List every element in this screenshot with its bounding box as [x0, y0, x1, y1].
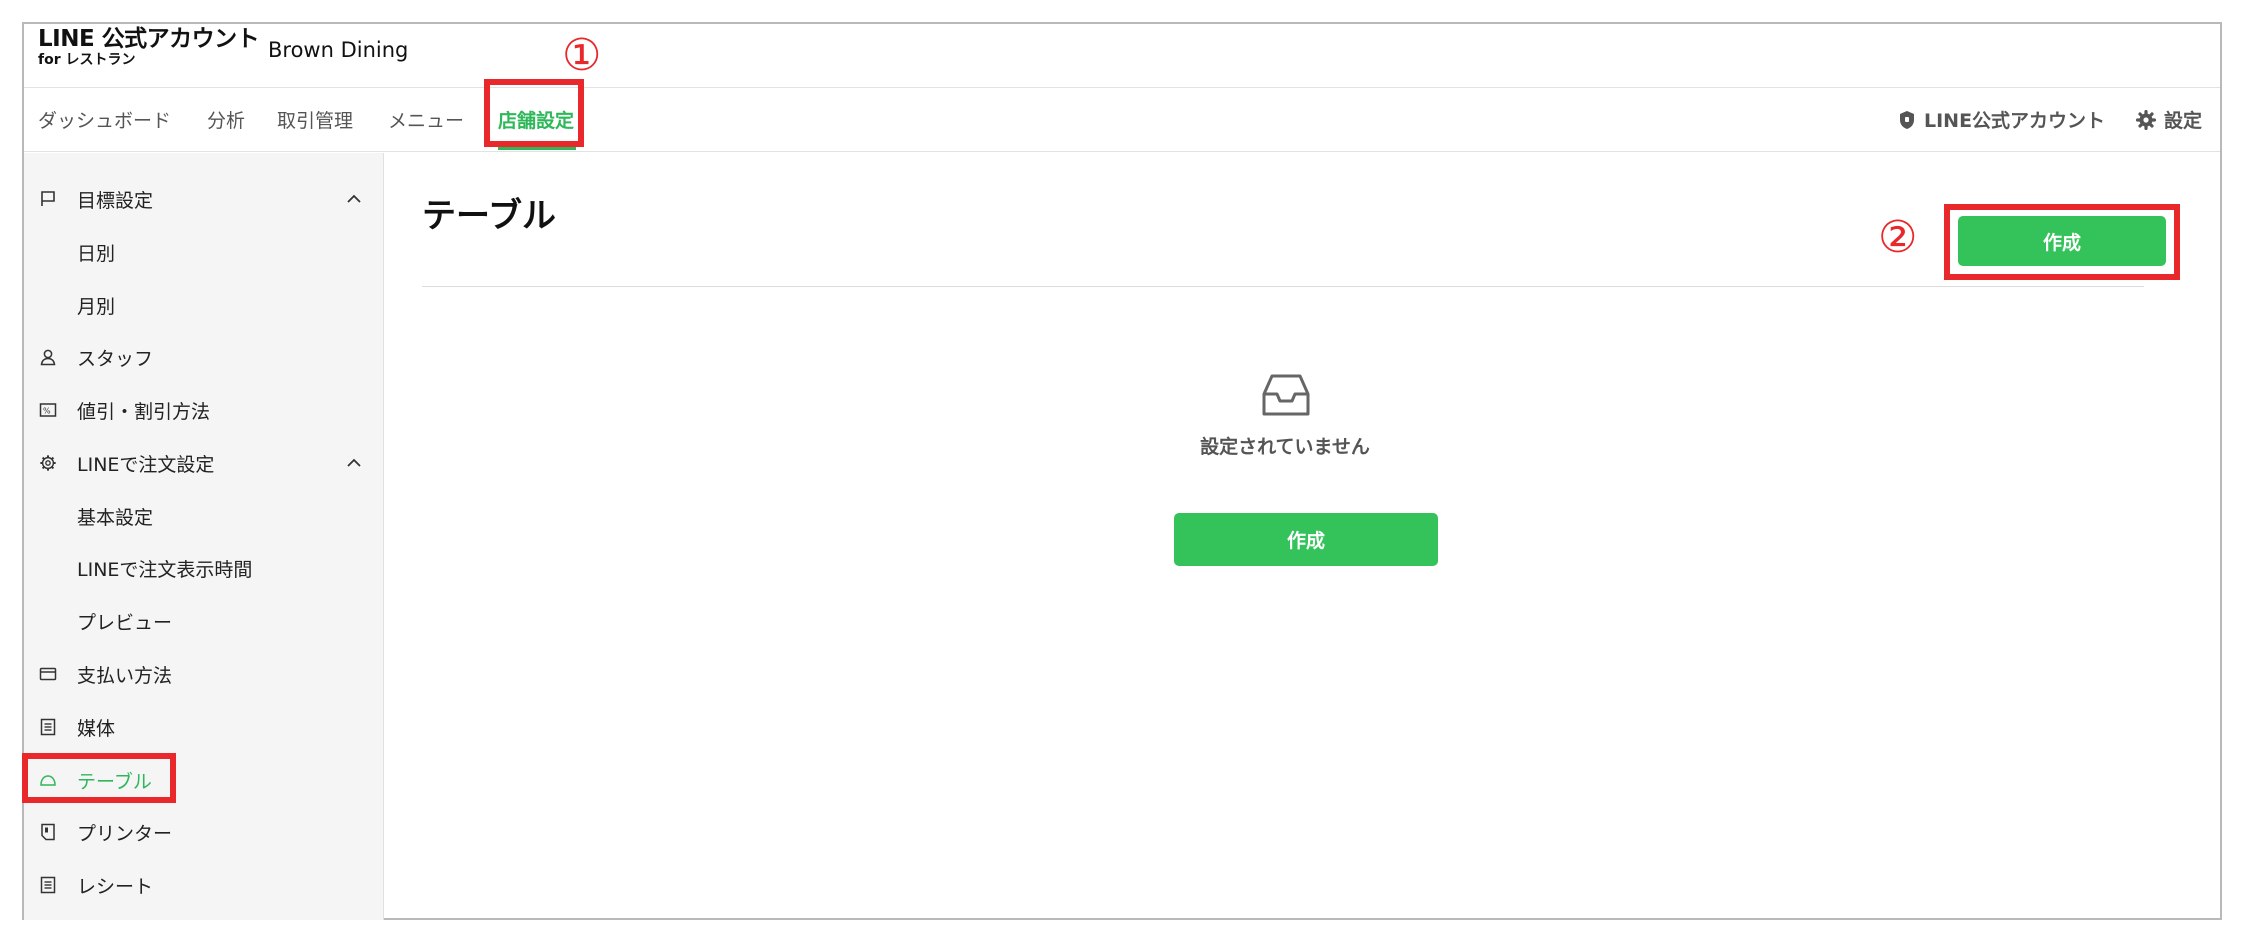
shop-name: Brown Dining [268, 38, 409, 62]
discount-icon: % [38, 400, 58, 420]
sidebar-item-label: LINEで注文表示時間 [77, 558, 253, 581]
logo-subtitle: for レストラン [38, 52, 136, 68]
sidebar-item-label: 支払い方法 [77, 664, 173, 687]
sidebar-item-label: レシート [77, 875, 154, 898]
empty-state-text: 設定されていません [1200, 436, 1370, 458]
flag-icon [38, 189, 58, 209]
annotation-box-store-settings [484, 79, 584, 147]
annotation-step-1: ① [562, 30, 602, 81]
line-account-link[interactable]: LINE公式アカウント [1898, 106, 2105, 133]
annotation-box-table [22, 753, 176, 803]
sidebar-item-order-display-time[interactable]: LINEで注文表示時間 [24, 548, 384, 588]
person-icon [38, 347, 58, 367]
printer-icon [38, 822, 58, 842]
logo-title: LINE 公式アカウント [38, 26, 260, 52]
nav-transactions[interactable]: 取引管理 [277, 106, 353, 133]
sidebar-item-label: プリンター [77, 822, 173, 845]
svg-text:%: % [43, 407, 51, 416]
sidebar-item-label: 日別 [77, 242, 116, 265]
sidebar-item-label: LINEで注文設定 [77, 453, 215, 476]
sidebar-item-basic-settings[interactable]: 基本設定 [24, 496, 384, 536]
main-nav: ダッシュボード 分析 取引管理 メニュー 店舗設定 LINE公式アカウント 設定 [24, 88, 2220, 152]
app-window: LINE 公式アカウント for レストラン Brown Dining ダッシュ… [22, 22, 2222, 920]
sidebar-item-label: 基本設定 [77, 506, 154, 529]
app-logo: LINE 公式アカウント for レストラン [38, 26, 260, 68]
sidebar-item-monthly[interactable]: 月別 [24, 285, 384, 325]
nav-dashboard[interactable]: ダッシュボード [38, 106, 171, 133]
sidebar-item-printer[interactable]: プリンター [24, 812, 384, 852]
sidebar-item-payment-methods[interactable]: 支払い方法 [24, 654, 384, 694]
annotation-step-2: ② [1878, 212, 1918, 263]
title-divider [422, 286, 2144, 287]
sidebar-item-preview[interactable]: プレビュー [24, 601, 384, 641]
nav-analytics[interactable]: 分析 [207, 106, 245, 133]
annotation-box-create-button [1944, 204, 2180, 280]
sidebar-item-staff[interactable]: スタッフ [24, 337, 384, 377]
sidebar-item-receipt[interactable]: レシート [24, 865, 384, 905]
card-icon [38, 664, 58, 684]
list-icon [38, 717, 58, 737]
gear-icon [38, 453, 58, 473]
chevron-up-icon[interactable] [344, 189, 364, 209]
sidebar-item-label: 媒体 [77, 717, 116, 740]
sidebar-item-label: スタッフ [77, 347, 154, 370]
top-bar: LINE 公式アカウント for レストラン Brown Dining [24, 24, 2220, 88]
line-account-label: LINE公式アカウント [1924, 110, 2106, 132]
sidebar-item-goal-settings[interactable]: 目標設定 [24, 179, 384, 219]
gear-icon [2136, 109, 2156, 130]
sidebar: 目標設定 日別 月別 スタッフ % 値引・割引方法 LINEで注文設定 基本設定… [24, 153, 384, 920]
sidebar-item-media[interactable]: 媒体 [24, 707, 384, 747]
sidebar-item-label: 値引・割引方法 [77, 400, 211, 423]
shield-icon [1900, 110, 1914, 129]
page-title: テーブル [422, 196, 556, 236]
sidebar-item-label: 目標設定 [77, 189, 154, 212]
receipt-icon [38, 875, 58, 895]
settings-label: 設定 [2164, 110, 2203, 132]
inbox-icon [1262, 374, 1310, 416]
nav-menu[interactable]: メニュー [388, 106, 464, 133]
sidebar-item-daily[interactable]: 日別 [24, 232, 384, 272]
sidebar-item-line-order-settings[interactable]: LINEで注文設定 [24, 443, 384, 483]
sidebar-item-discounts[interactable]: % 値引・割引方法 [24, 390, 384, 430]
settings-link[interactable]: 設定 [2136, 106, 2202, 133]
sidebar-item-label: 月別 [77, 295, 116, 318]
empty-state-create-button[interactable]: 作成 [1174, 513, 1438, 566]
sidebar-item-label: プレビュー [77, 611, 173, 634]
chevron-up-icon[interactable] [344, 453, 364, 473]
